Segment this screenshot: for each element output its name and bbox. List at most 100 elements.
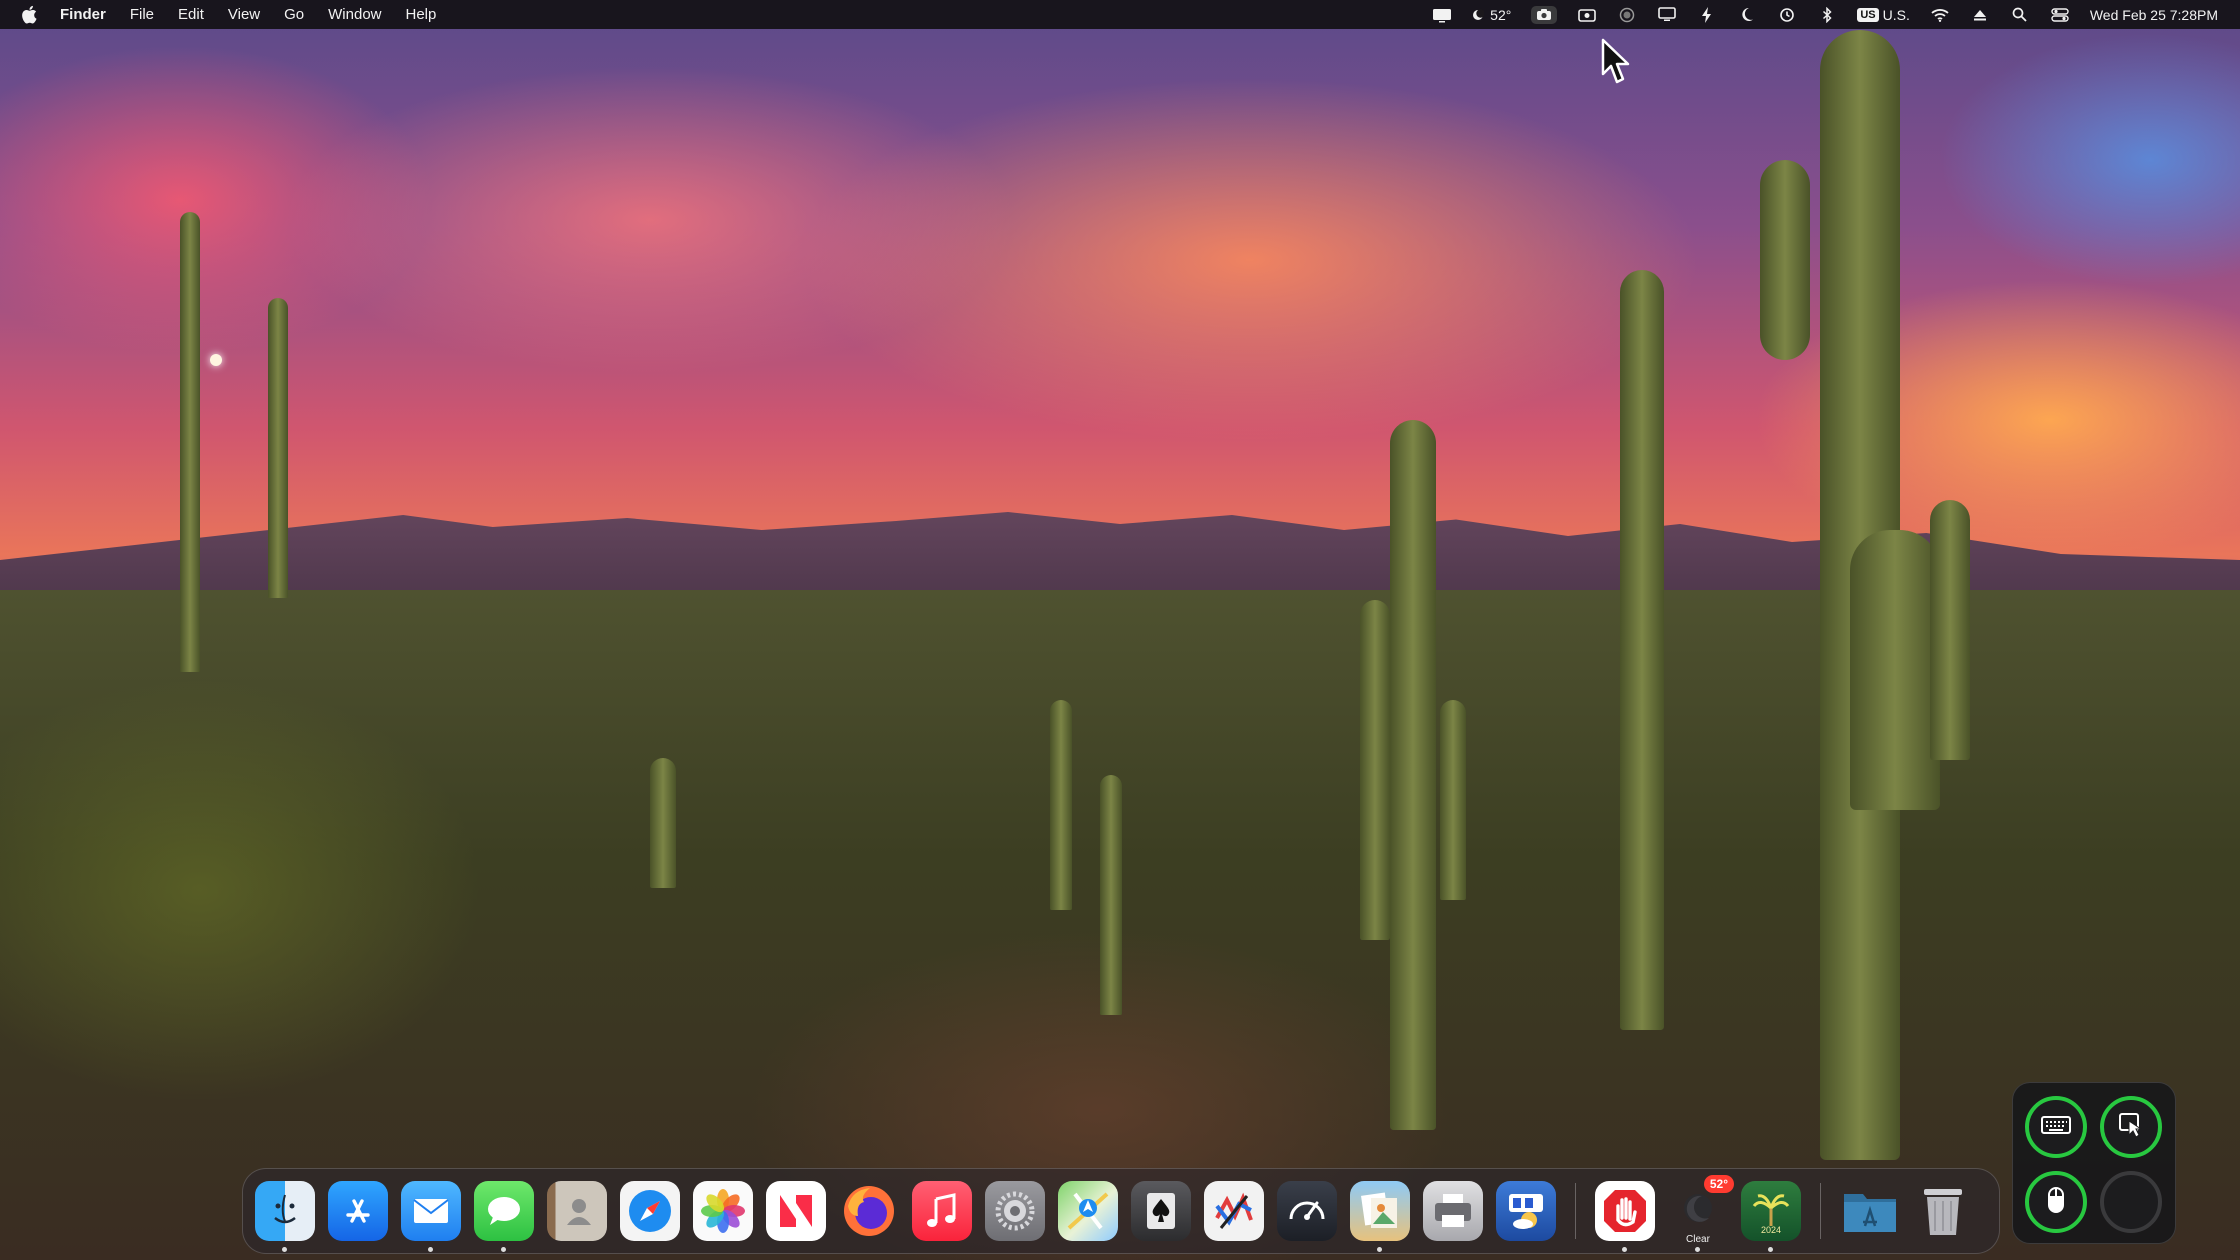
running-indicator (282, 1247, 287, 1252)
dock-app-safari[interactable] (620, 1181, 680, 1241)
camera-icon[interactable] (1531, 5, 1558, 24)
running-indicator (1622, 1247, 1627, 1252)
mail-icon (401, 1181, 461, 1241)
menu-finder[interactable]: Finder (60, 6, 106, 23)
saguaro-cactus (1620, 270, 1664, 1030)
accessibility-panel (2012, 1082, 2176, 1244)
menu-window[interactable]: Window (328, 6, 381, 23)
saguaro-cactus (1100, 775, 1122, 1015)
menu-go[interactable]: Go (284, 6, 304, 23)
focus-moon-icon[interactable] (1737, 6, 1757, 24)
keyboard-input-menu[interactable]: US U.S. (1857, 7, 1910, 23)
dock-separator (1575, 1183, 1576, 1239)
screen-sharing-icon[interactable] (1432, 6, 1452, 24)
saguaro-cactus (1440, 700, 1466, 900)
dock-app-activity-monitor[interactable] (1277, 1181, 1337, 1241)
dock-app-messages[interactable] (474, 1181, 534, 1252)
dock-separator (1820, 1183, 1821, 1239)
dock-app-system-settings[interactable] (985, 1181, 1045, 1241)
safari-icon (620, 1181, 680, 1241)
dock: 52° Clear 2024 (242, 1168, 2000, 1254)
wifi-icon[interactable] (1930, 6, 1950, 24)
weather-condition-label: Clear (1686, 1234, 1710, 1245)
almanac-year-label: 2024 (1760, 1225, 1782, 1235)
music-icon (912, 1181, 972, 1241)
saguaro-cactus (650, 758, 676, 888)
dock-app-stop[interactable] (1595, 1181, 1655, 1252)
menu-view[interactable]: View (228, 6, 260, 23)
grapher-icon (1204, 1181, 1264, 1241)
mouse-icon (2047, 1186, 2065, 1219)
spotlight-search-icon[interactable] (2010, 6, 2030, 24)
empty-slot-button[interactable] (2100, 1171, 2162, 1233)
printer-icon (1423, 1181, 1483, 1241)
saguaro-cactus (1390, 420, 1436, 1130)
dock-app-news[interactable] (766, 1181, 826, 1241)
running-indicator (428, 1247, 433, 1252)
photos-icon (693, 1181, 753, 1241)
dock-app-app-store[interactable] (328, 1181, 388, 1241)
dock-app-preview[interactable] (1350, 1181, 1410, 1252)
saguaro-cactus (268, 298, 288, 598)
trash-icon (1913, 1181, 1973, 1241)
contacts-icon (547, 1181, 607, 1241)
saguaro-cactus (180, 212, 200, 672)
keyboard-toggle-button[interactable] (2025, 1096, 2087, 1158)
dock-app-grapher[interactable] (1204, 1181, 1264, 1241)
privacy-dot-icon[interactable] (1617, 6, 1637, 24)
messages-icon (474, 1181, 534, 1241)
pointer-control-button[interactable] (2100, 1096, 2162, 1158)
dock-app-photos[interactable] (693, 1181, 753, 1241)
dock-app-firefox[interactable] (839, 1181, 899, 1241)
screenshot-icon[interactable] (1577, 6, 1597, 24)
menu-edit[interactable]: Edit (178, 6, 204, 23)
dock-app-calendar-widget[interactable] (1496, 1181, 1556, 1241)
settings-gear-icon (985, 1181, 1045, 1241)
menu-file[interactable]: File (130, 6, 154, 23)
speedometer-icon (1277, 1181, 1337, 1241)
dock-app-music[interactable] (912, 1181, 972, 1241)
weather-status[interactable]: 52° (1472, 6, 1511, 24)
battery-bolt-icon[interactable] (1697, 6, 1717, 24)
display-icon[interactable] (1657, 6, 1677, 24)
weather-temp: 52° (1490, 6, 1512, 23)
saguaro-cactus (1760, 160, 1810, 360)
preview-icon (1350, 1181, 1410, 1241)
news-icon (766, 1181, 826, 1241)
dock-app-mail[interactable] (401, 1181, 461, 1252)
desktop-wallpaper (0, 0, 2240, 1260)
saguaro-cactus (1850, 530, 1940, 810)
keyboard-icon (2041, 1115, 2071, 1140)
dock-app-finder[interactable] (255, 1181, 315, 1252)
calendar-weather-icon (1496, 1181, 1556, 1241)
stop-hand-icon (1595, 1181, 1655, 1241)
time-machine-icon[interactable] (1777, 6, 1797, 24)
pointer-window-icon (2117, 1111, 2145, 1144)
bluetooth-icon[interactable] (1817, 6, 1837, 24)
dock-app-contacts[interactable] (547, 1181, 607, 1241)
eject-icon[interactable] (1970, 6, 1990, 24)
saguaro-cactus (1360, 600, 1390, 940)
saguaro-cactus (1050, 700, 1072, 910)
app-store-icon (328, 1181, 388, 1241)
apple-logo-icon[interactable] (20, 5, 38, 25)
dock-folder-applications[interactable] (1840, 1181, 1900, 1241)
dock-app-weather[interactable]: 52° Clear (1668, 1175, 1734, 1252)
dock-app-printer[interactable] (1423, 1181, 1483, 1241)
menubar-clock[interactable]: Wed Feb 25 7:28PM (2090, 7, 2218, 23)
control-center-icon[interactable] (2050, 6, 2070, 24)
maps-icon (1058, 1181, 1118, 1241)
folder-icon (1840, 1181, 1900, 1241)
dock-app-maps[interactable] (1058, 1181, 1118, 1241)
mouse-keys-button[interactable] (2025, 1171, 2087, 1233)
menu-help[interactable]: Help (406, 6, 437, 23)
moon-weather-icon (1472, 6, 1485, 24)
dock-trash[interactable] (1913, 1181, 1973, 1241)
finder-icon (255, 1181, 315, 1241)
saguaro-cactus (1930, 500, 1970, 760)
moon (210, 354, 222, 366)
running-indicator (1695, 1247, 1700, 1252)
dock-app-solitaire[interactable] (1131, 1181, 1191, 1241)
dock-app-almanac[interactable]: 2024 (1741, 1181, 1801, 1252)
notification-badge: 52° (1703, 1175, 1734, 1193)
